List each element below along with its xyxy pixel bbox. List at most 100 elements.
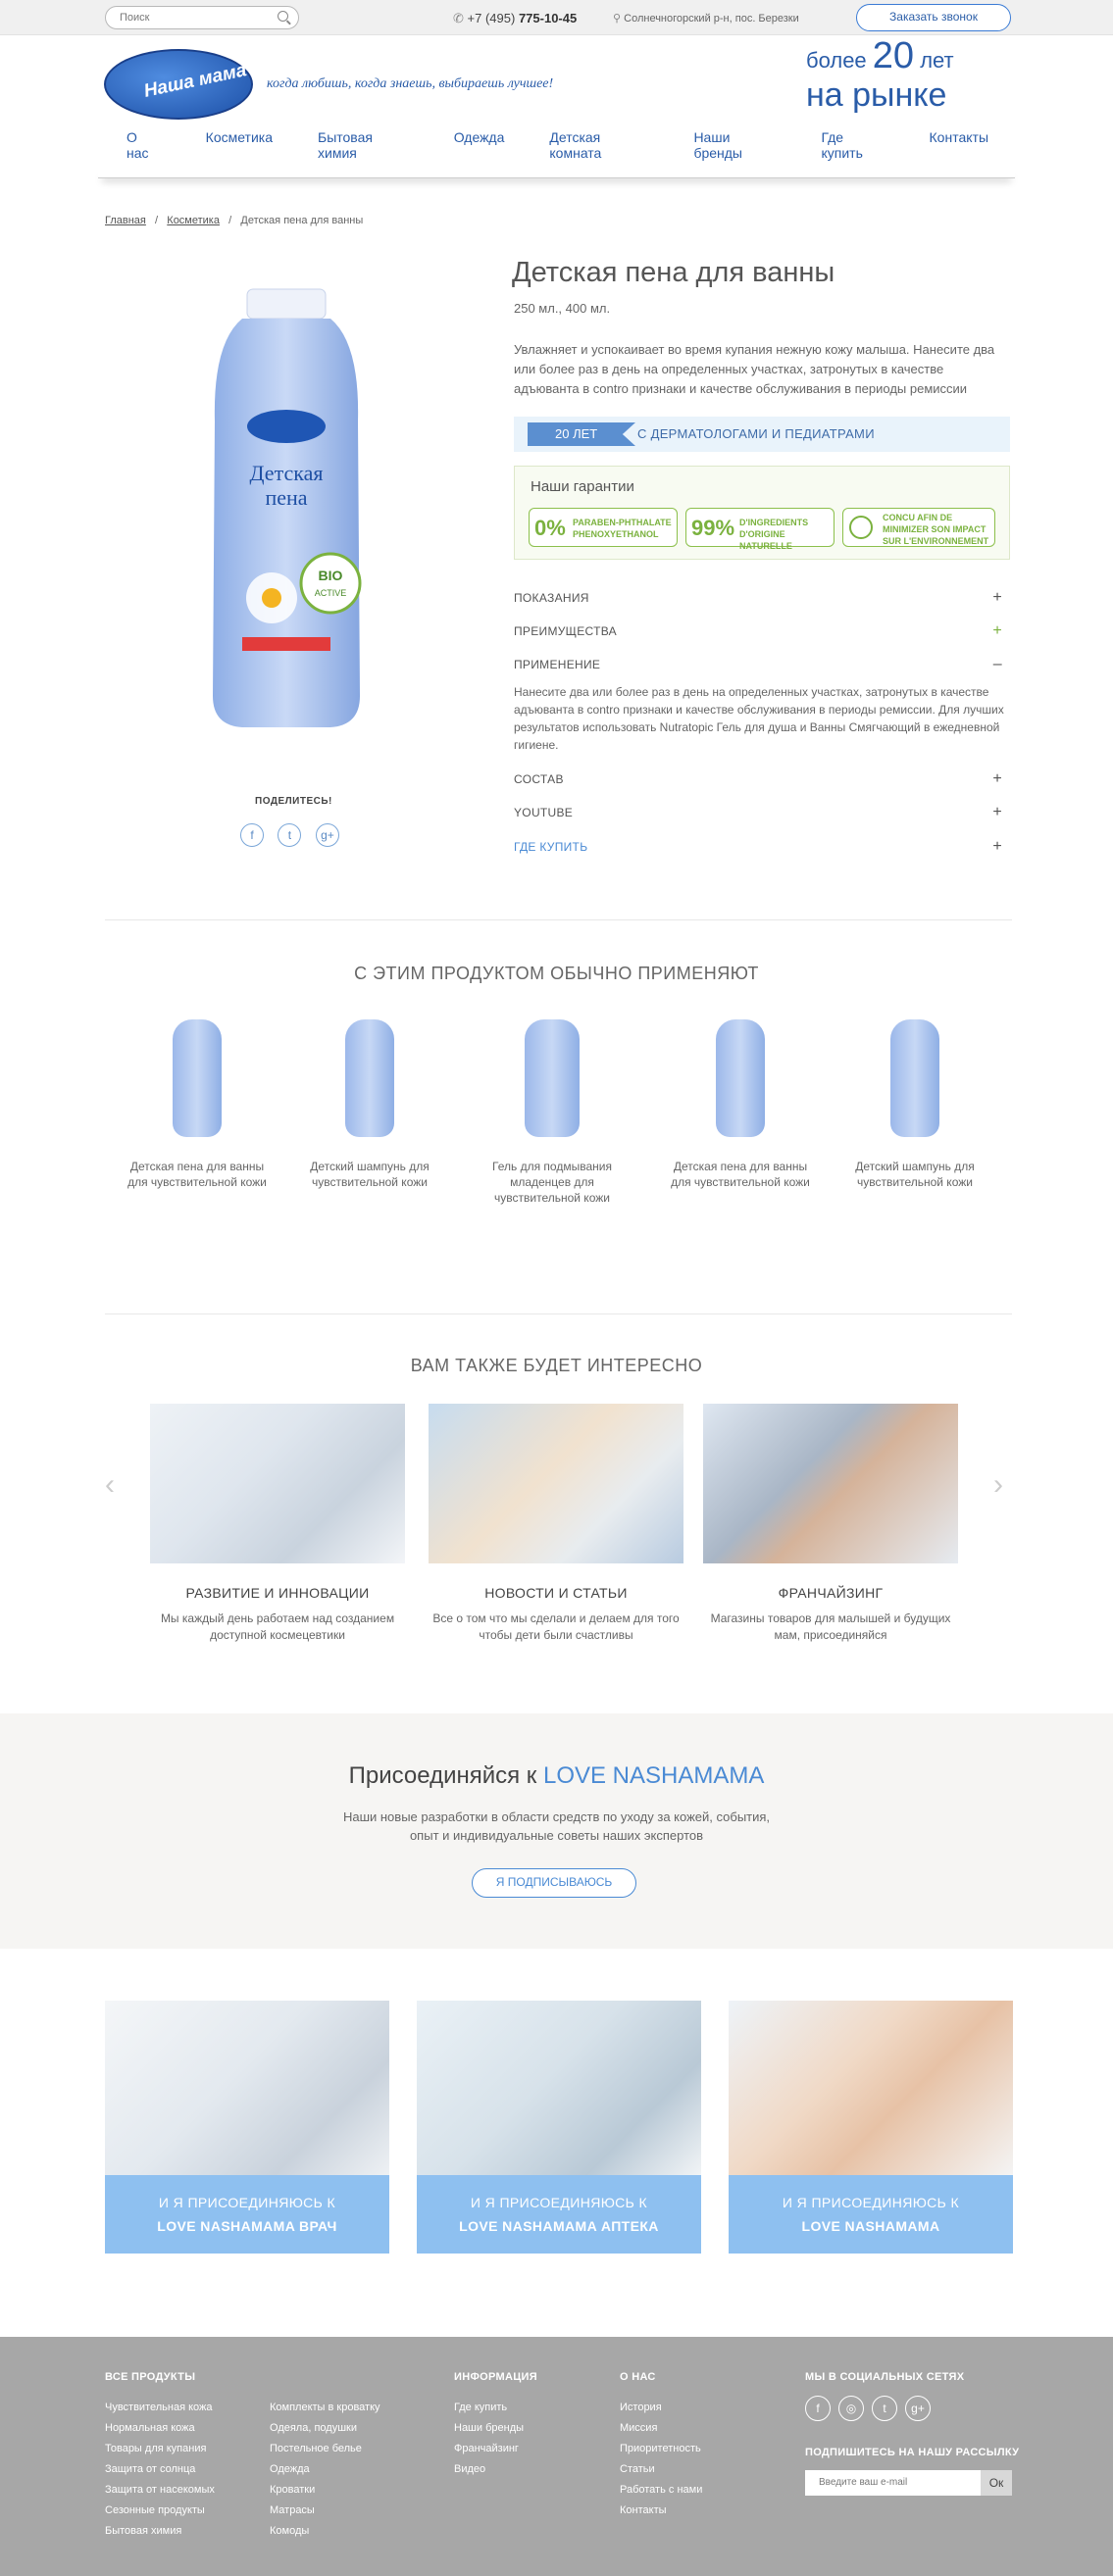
- card-title: НОВОСТИ И СТАТЬИ: [484, 1585, 628, 1601]
- years-on-market: более 20 лет на рынке: [806, 37, 954, 112]
- footer-link[interactable]: Миссия: [620, 2418, 702, 2439]
- breadcrumb-link[interactable]: Косметика: [167, 215, 220, 226]
- footer-link[interactable]: Постельное белье: [270, 2439, 380, 2459]
- footer-link[interactable]: История: [620, 2398, 702, 2418]
- related-product[interactable]: Детский шампунь для чувствительной кожи: [841, 1019, 988, 1190]
- plus-icon[interactable]: +: [992, 770, 1002, 788]
- accordion-label: YOUTUBE: [514, 806, 574, 819]
- accordion-indications[interactable]: ПОКАЗАНИЯ +: [514, 589, 1002, 607]
- search-icon[interactable]: [278, 11, 288, 22]
- search-input[interactable]: Поиск: [105, 6, 299, 29]
- footer-link[interactable]: Приоритетность: [620, 2439, 702, 2459]
- footer-link[interactable]: Кроватки: [270, 2480, 380, 2501]
- join-text-line: Наши новые разработки в области средств …: [342, 1809, 771, 1824]
- accordion-advantages[interactable]: ПРЕИМУЩЕСТВА +: [514, 622, 1002, 640]
- guarantee-line: D'ORIGINE NATURELLE: [739, 529, 792, 551]
- join-mom-label: И Я ПРИСОЕДИНЯЮСЬ К LOVE NASHAMAMA: [729, 2175, 1013, 2254]
- footer-link[interactable]: Чувствительная кожа: [105, 2398, 215, 2418]
- product-title: Детская пена для ванны: [512, 257, 835, 288]
- join-pharmacy[interactable]: И Я ПРИСОЕДИНЯЮСЬ К LOVE NASHAMAMA АПТЕКА: [417, 2001, 701, 2254]
- nav-item[interactable]: Детская комната: [527, 129, 671, 161]
- footer-link[interactable]: Товары для купания: [105, 2439, 215, 2459]
- nav-item[interactable]: Косметика: [183, 129, 295, 161]
- footer-link[interactable]: Сезонные продукты: [105, 2501, 215, 2521]
- footer-link[interactable]: Где купить: [454, 2398, 524, 2418]
- usage-text: Нанесите два или более раз в день на опр…: [514, 685, 1004, 752]
- breadcrumb-link[interactable]: Главная: [105, 215, 146, 226]
- accordion-label: ПРИМЕНЕНИЕ: [514, 658, 601, 671]
- plus-icon[interactable]: +: [992, 804, 1002, 821]
- pro-line: И Я ПРИСОЕДИНЯЮСЬ К: [782, 2195, 960, 2210]
- nav-item[interactable]: О нас: [104, 129, 183, 161]
- instagram-icon[interactable]: ◎: [838, 2396, 864, 2421]
- footer-link[interactable]: Защита от солнца: [105, 2459, 215, 2480]
- join-mom[interactable]: И Я ПРИСОЕДИНЯЮСЬ К LOVE NASHAMAMA: [729, 2001, 1013, 2254]
- footer-link[interactable]: Матрасы: [270, 2501, 380, 2521]
- minus-icon[interactable]: –: [993, 656, 1002, 673]
- footer-link[interactable]: Бытовая химия: [105, 2521, 215, 2542]
- google-plus-icon[interactable]: g+: [315, 823, 339, 847]
- footer-link[interactable]: Франчайзинг: [454, 2439, 524, 2459]
- plus-icon[interactable]: +: [992, 838, 1002, 856]
- card-text: Магазины товаров для малышей и будущих м…: [710, 1611, 951, 1642]
- accordion-where-to-buy[interactable]: ГДЕ КУПИТЬ +: [514, 838, 1002, 856]
- footer-link[interactable]: Комплекты в кроватку: [270, 2398, 380, 2418]
- newsletter-email-input[interactable]: Введите ваш e-mail: [805, 2470, 982, 2496]
- related-product[interactable]: Гель для подмывания младенцев для чувств…: [479, 1019, 626, 1206]
- doctor-image: [105, 2001, 389, 2175]
- guarantee-paraben-free: 0% PARABEN-PHTHALATE PHENOXYETHANOL: [529, 508, 678, 547]
- share-title: ПОДЕЛИТЕСЬ!: [255, 796, 332, 807]
- twitter-icon[interactable]: t: [278, 823, 302, 847]
- footer-link[interactable]: Комоды: [270, 2521, 380, 2542]
- nav-item[interactable]: Контакты: [907, 129, 1011, 161]
- nav-item[interactable]: Одежда: [431, 129, 528, 161]
- accordion-youtube[interactable]: YOUTUBE +: [514, 804, 1002, 821]
- phone[interactable]: ✆ +7 (495) 775-10-45: [453, 11, 577, 26]
- footer-link[interactable]: Статьи: [620, 2459, 702, 2480]
- join-section: Присоединяйся к LOVE NASHAMAMA Наши новы…: [0, 1713, 1113, 1949]
- related-product[interactable]: Детская пена для ванны для чувствительно…: [124, 1019, 271, 1190]
- related-product-name: Гель для подмывания младенцев для чувств…: [492, 1160, 612, 1205]
- card-news[interactable]: НОВОСТИ И СТАТЬИ Все о том что мы сделал…: [429, 1404, 683, 1644]
- product-image: Детская пена BIO ACTIVE: [213, 288, 362, 727]
- years-unit: лет: [920, 48, 954, 73]
- related-product[interactable]: Детская пена для ванны для чувствительно…: [667, 1019, 814, 1190]
- related-title: С ЭТИМ ПРОДУКТОМ ОБЫЧНО ПРИМЕНЯЮТ: [354, 964, 759, 983]
- footer-link[interactable]: Одеяла, подушки: [270, 2418, 380, 2439]
- logo[interactable]: Наша мама: [104, 49, 253, 120]
- card-innovations[interactable]: РАЗВИТИЕ И ИННОВАЦИИ Мы каждый день рабо…: [150, 1404, 405, 1644]
- footer-link[interactable]: Одежда: [270, 2459, 380, 2480]
- related-product[interactable]: Детский шампунь для чувствительной кожи: [296, 1019, 443, 1190]
- card-franchise[interactable]: ФРАНЧАЙЗИНГ Магазины товаров для малышей…: [703, 1404, 958, 1644]
- guarantee-eco: CONCU AFIN DE MINIMIZER SON IMPACT SUR L'E…: [842, 508, 995, 547]
- join-doctor[interactable]: И Я ПРИСОЕДИНЯЮСЬ К LOVE NASHAMAMA ВРАЧ: [105, 2001, 389, 2254]
- facebook-icon[interactable]: f: [240, 823, 264, 847]
- carousel-prev-icon[interactable]: ‹: [105, 1468, 119, 1501]
- footer-link[interactable]: Видео: [454, 2459, 524, 2480]
- guarantee-percent: 99%: [691, 516, 735, 540]
- twitter-icon[interactable]: t: [872, 2396, 897, 2421]
- facebook-icon[interactable]: f: [805, 2396, 831, 2421]
- carousel-next-icon[interactable]: ›: [993, 1468, 1007, 1501]
- plus-icon[interactable]: +: [992, 622, 1002, 640]
- related-product-name: Детский шампунь для чувствительной кожи: [855, 1160, 975, 1189]
- nav-item[interactable]: Бытовая химия: [295, 129, 431, 161]
- callback-button[interactable]: Заказать звонок: [856, 4, 1011, 31]
- footer-link[interactable]: Наши бренды: [454, 2418, 524, 2439]
- accordion-composition[interactable]: СОСТАВ +: [514, 770, 1002, 788]
- plus-icon[interactable]: +: [992, 589, 1002, 607]
- search-placeholder: Поиск: [120, 12, 150, 24]
- newsletter-submit-button[interactable]: Ок: [981, 2470, 1012, 2496]
- accordion-usage[interactable]: ПРИМЕНЕНИЕ –: [514, 656, 1002, 673]
- footer-link[interactable]: Нормальная кожа: [105, 2418, 215, 2439]
- footer-link[interactable]: Работать с нами: [620, 2480, 702, 2501]
- nav-item[interactable]: Наши бренды: [671, 129, 798, 161]
- google-plus-icon[interactable]: g+: [905, 2396, 931, 2421]
- product-volume: 250 мл., 400 мл.: [514, 301, 611, 316]
- footer-link[interactable]: Защита от насекомых: [105, 2480, 215, 2501]
- footer-col-home: Комплекты в кроватку Одеяла, подушки Пос…: [270, 2398, 380, 2542]
- footer-link[interactable]: Контакты: [620, 2501, 702, 2521]
- subscribe-button[interactable]: Я ПОДПИСЫВАЮСЬ: [472, 1868, 636, 1898]
- nav-item[interactable]: Где купить: [798, 129, 906, 161]
- pro-line: И Я ПРИСОЕДИНЯЮСЬ К: [470, 2195, 648, 2210]
